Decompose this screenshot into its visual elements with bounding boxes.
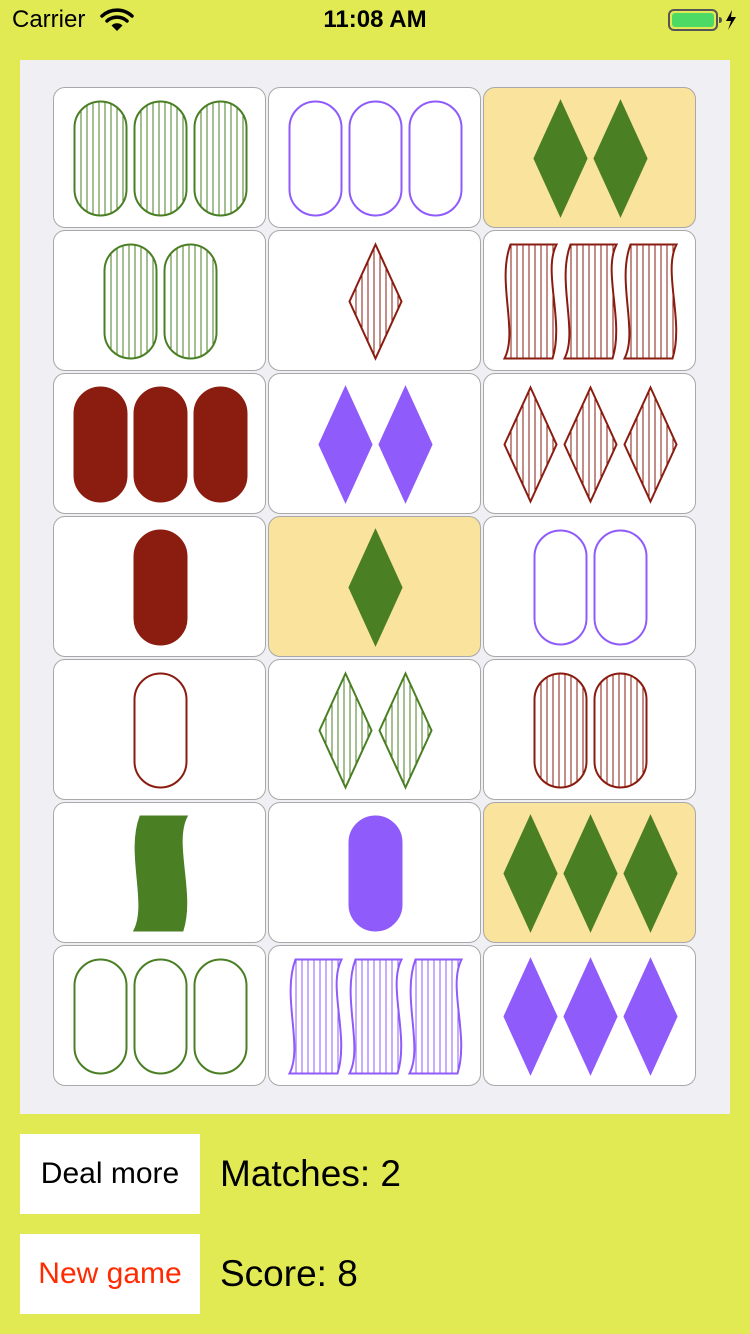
set-card[interactable] — [268, 87, 481, 228]
card-symbols — [348, 528, 403, 647]
diamond-symbol — [593, 99, 648, 218]
deal-more-button[interactable]: Deal more — [20, 1134, 200, 1214]
card-symbols — [103, 243, 218, 360]
set-card[interactable] — [268, 516, 481, 657]
set-card[interactable] — [483, 802, 696, 943]
oval-symbol — [193, 100, 248, 217]
card-symbols — [133, 529, 188, 646]
card-symbols — [503, 385, 678, 504]
diamond-symbol — [563, 957, 618, 1076]
squiggle-symbol — [132, 815, 189, 932]
new-game-button[interactable]: New game — [20, 1234, 200, 1314]
diamond-symbol — [378, 671, 433, 790]
card-board — [20, 60, 730, 1114]
diamond-symbol — [563, 814, 618, 933]
set-card[interactable] — [53, 516, 266, 657]
oval-symbol — [73, 100, 128, 217]
squiggle-symbol — [347, 958, 404, 1075]
oval-symbol — [408, 100, 463, 217]
oval-symbol — [133, 958, 188, 1075]
diamond-symbol — [348, 528, 403, 647]
diamond-symbol — [318, 385, 373, 504]
diamond-symbol — [623, 385, 678, 504]
oval-symbol — [593, 672, 648, 789]
oval-symbol — [533, 672, 588, 789]
set-card[interactable] — [483, 516, 696, 657]
oval-symbol — [348, 100, 403, 217]
oval-symbol — [133, 100, 188, 217]
oval-symbol — [348, 815, 403, 932]
squiggle-symbol — [287, 958, 344, 1075]
matches-count: Matches: 2 — [220, 1153, 401, 1194]
score-display: Score: 8 — [220, 1253, 358, 1294]
set-card[interactable] — [483, 373, 696, 514]
card-symbols — [348, 242, 403, 361]
card-symbols — [533, 99, 648, 218]
diamond-symbol — [348, 242, 403, 361]
set-card[interactable] — [268, 659, 481, 800]
set-card[interactable] — [268, 373, 481, 514]
set-card[interactable] — [53, 802, 266, 943]
card-symbols — [287, 958, 464, 1075]
oval-symbol — [103, 243, 158, 360]
oval-symbol — [73, 958, 128, 1075]
status-time: 11:08 AM — [323, 6, 427, 33]
card-symbols — [502, 243, 679, 360]
squiggle-symbol — [622, 243, 679, 360]
set-card[interactable] — [268, 230, 481, 371]
diamond-symbol — [563, 385, 618, 504]
diamond-symbol — [503, 814, 558, 933]
card-symbols — [533, 672, 648, 789]
diamond-symbol — [503, 957, 558, 1076]
diamond-symbol — [533, 99, 588, 218]
set-card[interactable] — [483, 230, 696, 371]
card-symbols — [132, 815, 189, 932]
diamond-symbol — [503, 385, 558, 504]
diamond-symbol — [623, 814, 678, 933]
card-symbols — [73, 100, 248, 217]
set-card[interactable] — [53, 87, 266, 228]
set-card[interactable] — [268, 945, 481, 1086]
card-symbols — [73, 386, 248, 503]
status-bar: Carrier 11:08 AM — [0, 0, 750, 40]
card-symbols — [133, 672, 188, 789]
diamond-symbol — [318, 671, 373, 790]
card-symbols — [288, 100, 463, 217]
oval-symbol — [133, 386, 188, 503]
oval-symbol — [73, 386, 128, 503]
set-card[interactable] — [53, 945, 266, 1086]
oval-symbol — [193, 386, 248, 503]
oval-symbol — [193, 958, 248, 1075]
set-card[interactable] — [483, 87, 696, 228]
diamond-symbol — [378, 385, 433, 504]
oval-symbol — [533, 529, 588, 646]
card-symbols — [73, 958, 248, 1075]
oval-symbol — [593, 529, 648, 646]
card-symbols — [318, 385, 433, 504]
oval-symbol — [288, 100, 343, 217]
card-symbols — [318, 671, 433, 790]
squiggle-symbol — [502, 243, 559, 360]
card-symbols — [503, 814, 678, 933]
oval-symbol — [133, 672, 188, 789]
set-card[interactable] — [53, 373, 266, 514]
set-card[interactable] — [53, 230, 266, 371]
oval-symbol — [163, 243, 218, 360]
set-card[interactable] — [53, 659, 266, 800]
card-symbols — [348, 815, 403, 932]
set-card[interactable] — [483, 945, 696, 1086]
battery-icon — [668, 8, 738, 37]
diamond-symbol — [623, 957, 678, 1076]
set-card[interactable] — [483, 659, 696, 800]
card-symbols — [533, 529, 648, 646]
squiggle-symbol — [562, 243, 619, 360]
oval-symbol — [133, 529, 188, 646]
squiggle-symbol — [407, 958, 464, 1075]
set-card[interactable] — [268, 802, 481, 943]
card-symbols — [503, 957, 678, 1076]
